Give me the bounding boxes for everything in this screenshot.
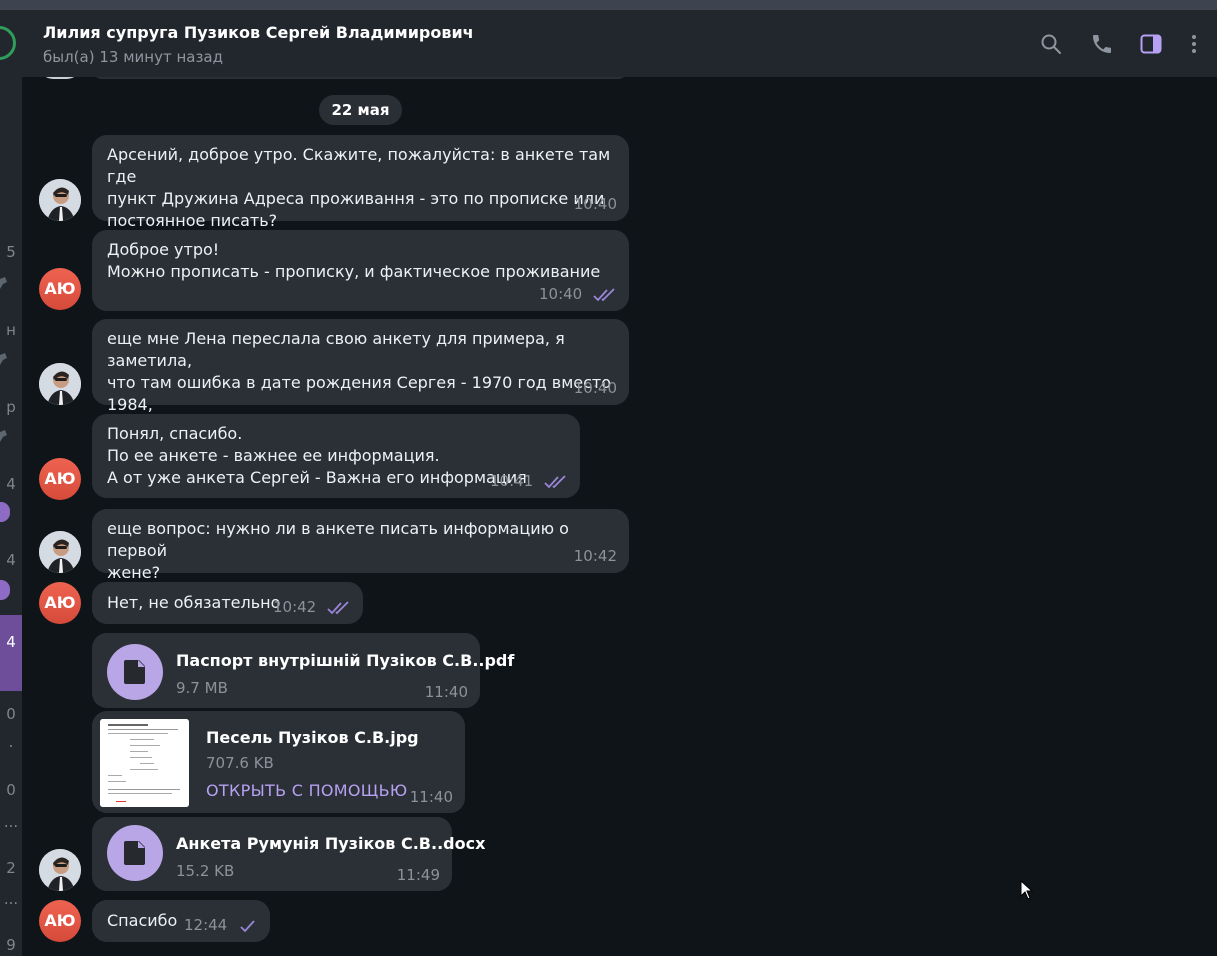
chat-list-fragment: 5 — [6, 243, 16, 261]
message-bubble-outgoing[interactable]: Нет, не обязательно 10:42 — [92, 582, 363, 624]
contact-photo-icon — [39, 363, 81, 405]
double-check-icon — [593, 287, 615, 301]
chat-list-sidebar[interactable]: 5 н р 4 4 4 0 . 0 ... 2 ... 9 — [0, 10, 22, 956]
message-time: 11:49 — [396, 866, 440, 884]
file-name[interactable]: Песель Пузіков С.В.jpg — [206, 727, 419, 749]
contact-photo-icon — [39, 849, 81, 891]
message-time: 11:40 — [424, 683, 468, 701]
contact-avatar[interactable] — [39, 531, 81, 573]
chat-list-fragment: 9 — [6, 936, 16, 954]
window-top-strip — [0, 0, 1217, 10]
pin-icon — [0, 430, 7, 442]
message-time: 10:40 — [538, 285, 583, 303]
chat-list-fragment: 4 — [6, 551, 16, 569]
file-name[interactable]: Паспорт внутрішній Пузіков С.В..pdf — [176, 650, 514, 672]
unread-badge — [0, 580, 10, 600]
message-time: 12:44 — [183, 916, 228, 934]
file-icon — [124, 841, 145, 865]
file-size: 9.7 MB — [176, 679, 228, 697]
file-size: 15.2 KB — [176, 862, 235, 880]
message-text: еще вопрос: нужно ли в анкете писать инф… — [107, 519, 569, 582]
my-avatar[interactable]: АЮ — [39, 458, 81, 500]
message-time-with-status: 10:42 — [273, 596, 351, 618]
file-message[interactable]: Анкета Румунія Пузіков С.В..docx 15.2 KB… — [92, 817, 485, 891]
chat-list-fragment: 0 — [6, 781, 16, 799]
contact-avatar[interactable] — [39, 849, 81, 891]
file-download-button[interactable] — [107, 825, 163, 881]
document-preview-icon — [100, 719, 189, 807]
message-bubble-outgoing[interactable]: Доброе утро! Можно прописать - прописку,… — [92, 230, 629, 311]
message-time-with-status: 12:44 — [184, 914, 258, 936]
image-thumbnail[interactable] — [100, 719, 189, 807]
date-divider: 22 мая — [319, 95, 402, 125]
search-icon[interactable] — [1039, 32, 1063, 56]
contact-photo-icon — [39, 179, 81, 221]
contact-photo-icon — [39, 531, 81, 573]
message-time: 10:41 — [489, 472, 534, 490]
pin-icon — [0, 353, 7, 365]
file-download-button[interactable] — [107, 644, 163, 700]
chat-list-fragment: . — [8, 733, 14, 751]
message-text: Доброе утро! Можно прописать - прописку,… — [107, 240, 601, 281]
chat-list-fragment: 0 — [6, 705, 16, 723]
chat-list-fragment: 4 — [6, 475, 16, 493]
chat-list-fragment: р — [6, 398, 16, 416]
message-time: 10:40 — [573, 379, 617, 397]
message-list[interactable]: 22 мая Арсений, доброе утро. Скажите, по… — [22, 77, 1217, 956]
my-avatar[interactable]: АЮ — [39, 268, 81, 310]
message-time: 11:40 — [409, 788, 453, 806]
contact-status: был(а) 13 минут назад — [43, 48, 223, 66]
contact-avatar[interactable] — [39, 179, 81, 221]
message-time-with-status: 10:41 — [490, 470, 568, 492]
message-time: 10:40 — [573, 195, 617, 213]
chat-list-fragment: н — [6, 321, 16, 339]
avatar-fragment — [39, 77, 81, 79]
more-vertical-icon[interactable] — [1182, 32, 1206, 56]
active-chat-highlight[interactable]: 4 — [0, 615, 22, 691]
double-check-icon — [327, 600, 349, 614]
contact-name[interactable]: Лилия супруга Пузиков Сергей Владимирови… — [43, 23, 474, 42]
message-bubble-incoming[interactable]: еще вопрос: нужно ли в анкете писать инф… — [92, 509, 629, 582]
message-time: 10:42 — [272, 598, 317, 616]
mouse-cursor-icon — [1020, 880, 1034, 900]
message-time: 10:42 — [573, 547, 617, 565]
unread-badge — [0, 502, 10, 522]
single-check-icon — [240, 919, 255, 932]
chat-list-fragment: ... — [3, 890, 19, 908]
message-bubble-incoming[interactable]: еще мне Лена переслала свою анкету для п… — [92, 319, 629, 436]
message-text: Арсений, доброе утро. Скажите, пожалуйст… — [107, 145, 611, 230]
message-time-with-status: 10:40 — [539, 283, 617, 305]
open-with-button[interactable]: ОТКРЫТЬ С ПОМОЩЬЮ — [206, 780, 407, 802]
image-file-message[interactable]: Песель Пузіков С.В.jpg 707.6 KB ОТКРЫТЬ … — [92, 711, 465, 813]
contact-avatar[interactable] — [39, 363, 81, 405]
file-message[interactable]: Паспорт внутрішній Пузіков С.В..pdf 9.7 … — [92, 633, 514, 708]
online-ring-icon — [0, 26, 16, 60]
phone-icon[interactable] — [1090, 32, 1114, 56]
message-bubble-incoming[interactable]: Арсений, доброе утро. Скажите, пожалуйст… — [92, 135, 629, 230]
message-bubble-outgoing[interactable]: Спасибо 12:44 — [92, 900, 270, 942]
sidebar-toggle-icon[interactable] — [1139, 32, 1163, 56]
my-avatar[interactable]: АЮ — [39, 582, 81, 624]
message-bubble-outgoing[interactable]: Понял, спасибо. По ее анкете - важнее ее… — [92, 414, 580, 498]
chat-list-fragment: 2 — [6, 859, 16, 877]
pin-icon — [0, 277, 7, 289]
file-name[interactable]: Анкета Румунія Пузіков С.В..docx — [176, 833, 485, 855]
file-size: 707.6 KB — [206, 754, 274, 772]
chat-list-fragment: 4 — [6, 633, 16, 651]
double-check-icon — [544, 474, 566, 488]
chat-list-fragment: ... — [3, 813, 19, 831]
file-icon — [124, 660, 145, 684]
chat-header[interactable]: Лилия супруга Пузиков Сергей Владимирови… — [22, 10, 1217, 77]
my-avatar[interactable]: АЮ — [39, 900, 81, 942]
message-bubble-fragment — [92, 77, 628, 79]
